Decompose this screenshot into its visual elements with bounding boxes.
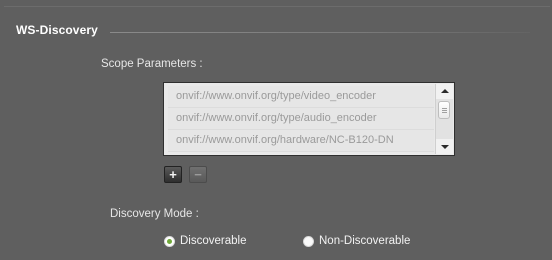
panel-top-border bbox=[4, 6, 550, 7]
discovery-mode-label: Discovery Mode : bbox=[110, 208, 199, 220]
ws-discovery-panel: WS-Discovery Scope Parameters : onvif://… bbox=[0, 0, 552, 260]
radio-discoverable-label: Discoverable bbox=[180, 235, 247, 247]
list-scrollbar[interactable] bbox=[435, 84, 453, 154]
list-item[interactable]: onvif://www.onvif.org/type/video_encoder bbox=[168, 86, 434, 108]
radio-non-discoverable-label: Non-Discoverable bbox=[319, 235, 411, 247]
scroll-up-button[interactable] bbox=[436, 84, 453, 99]
scroll-down-button[interactable] bbox=[436, 139, 453, 154]
triangle-down-icon bbox=[441, 145, 449, 149]
scroll-thumb[interactable] bbox=[438, 101, 450, 119]
add-scope-button[interactable]: + bbox=[164, 166, 182, 183]
triangle-up-icon bbox=[441, 89, 449, 93]
section-divider bbox=[110, 32, 530, 33]
radio-checked-icon[interactable] bbox=[164, 235, 175, 247]
radio-non-discoverable[interactable]: Non-Discoverable bbox=[303, 235, 410, 247]
list-item[interactable]: onvif://www.onvif.org/type/audio_encoder bbox=[168, 108, 434, 130]
remove-scope-button[interactable]: − bbox=[189, 166, 207, 183]
scope-parameters-list[interactable]: onvif://www.onvif.org/type/video_encoder… bbox=[163, 82, 455, 156]
grip-line bbox=[442, 110, 447, 111]
list-item[interactable]: onvif://www.onvif.org/hardware/NC-B120-D… bbox=[168, 130, 434, 152]
section-title: WS-Discovery bbox=[16, 23, 98, 37]
grip-line bbox=[442, 112, 447, 113]
scope-parameters-label: Scope Parameters : bbox=[101, 58, 203, 70]
radio-discoverable[interactable]: Discoverable bbox=[164, 235, 246, 247]
radio-unchecked-icon[interactable] bbox=[303, 235, 314, 247]
grip-line bbox=[442, 108, 447, 109]
